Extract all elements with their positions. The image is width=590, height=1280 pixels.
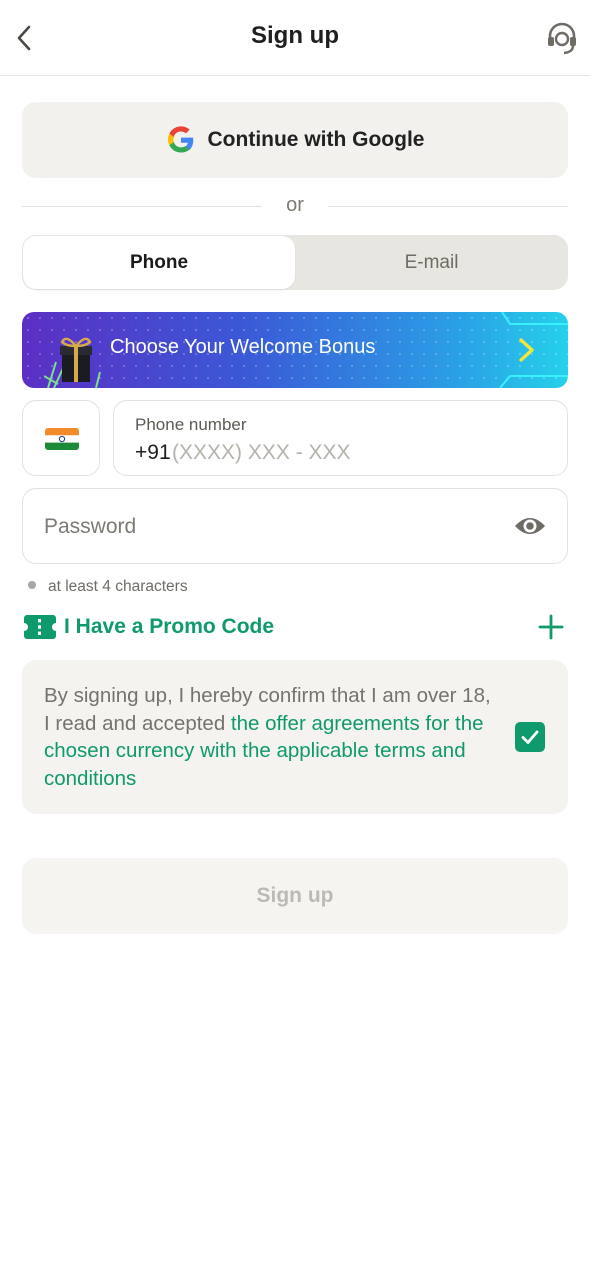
checkmark-icon: [521, 730, 539, 744]
promo-code-toggle[interactable]: I Have a Promo Code: [22, 610, 568, 646]
password-placeholder: Password: [44, 515, 137, 538]
phone-number-field[interactable]: Phone number +91 (XXXX) XXX - XXX: [113, 400, 568, 476]
plus-icon[interactable]: [538, 614, 564, 640]
password-hint: at least 4 characters: [28, 578, 188, 596]
support-icon[interactable]: [544, 20, 580, 56]
ticket-icon: [24, 615, 56, 639]
google-icon: [167, 126, 193, 153]
google-button-label: Continue with Google: [207, 128, 425, 151]
welcome-bonus-banner[interactable]: Choose Your Welcome Bonus: [22, 312, 568, 388]
phone-mask-placeholder: (XXXX) XXX - XXX: [172, 441, 351, 464]
sign-up-button[interactable]: Sign up: [22, 858, 568, 934]
gift-box-icon: [44, 337, 101, 388]
bullet-icon: [28, 581, 36, 589]
signup-method-tabs: E-mail Phone: [22, 235, 568, 290]
phone-field-label: Phone number: [135, 415, 247, 434]
app-header: Sign up: [0, 0, 590, 76]
password-hint-text: at least 4 characters: [48, 578, 188, 595]
password-field[interactable]: Password: [22, 488, 568, 564]
tab-phone[interactable]: Phone: [23, 236, 295, 289]
terms-agreement-box: By signing up, I hereby confirm that I a…: [22, 660, 568, 814]
chevron-right-icon: [519, 338, 534, 362]
divider-line-right: [328, 206, 568, 207]
country-code-selector[interactable]: [22, 400, 100, 476]
bonus-banner-label: Choose Your Welcome Bonus: [110, 336, 376, 358]
india-flag-icon: [45, 428, 79, 450]
or-divider: or: [22, 194, 568, 220]
terms-text: By signing up, I hereby confirm that I a…: [44, 682, 494, 792]
continue-with-google-button[interactable]: Continue with Google: [22, 102, 568, 178]
page-title: Sign up: [251, 22, 339, 49]
tab-email[interactable]: E-mail: [295, 235, 568, 290]
phone-prefix: +91: [135, 441, 171, 464]
promo-code-label: I Have a Promo Code: [64, 615, 275, 638]
eye-icon[interactable]: [513, 512, 547, 540]
terms-checkbox[interactable]: [515, 722, 545, 752]
